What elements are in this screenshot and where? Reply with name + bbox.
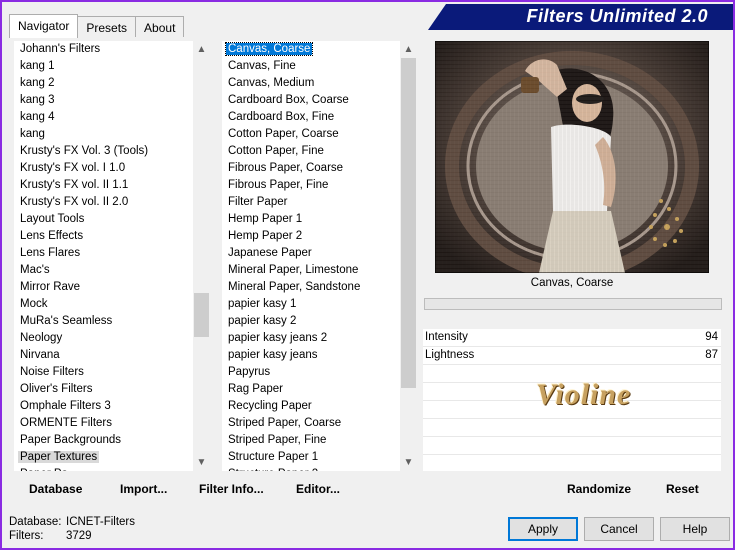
app-title: Filters Unlimited 2.0 bbox=[526, 6, 708, 26]
filter-item[interactable]: Canvas, Coarse bbox=[222, 41, 400, 58]
category-item[interactable]: Mock bbox=[14, 296, 193, 313]
filter-item[interactable]: Recycling Paper bbox=[222, 398, 400, 415]
database-value: ICNET-Filters bbox=[66, 516, 135, 528]
filter-item[interactable]: Structure Paper 1 bbox=[222, 449, 400, 466]
category-item[interactable]: Lens Effects bbox=[14, 228, 193, 245]
import-button[interactable]: Import... bbox=[120, 482, 167, 496]
category-item[interactable]: ORMENTE Filters bbox=[14, 415, 193, 432]
filter-listbox[interactable]: Canvas, Coarse Canvas, Fine Canvas, Medium… bbox=[222, 41, 417, 471]
filter-item[interactable]: Cotton Paper, Coarse bbox=[222, 126, 400, 143]
param-row-lightness[interactable]: Lightness 87 bbox=[423, 347, 721, 365]
scroll-up-icon[interactable]: ▲ bbox=[400, 41, 417, 58]
filter-item[interactable]: Cardboard Box, Coarse bbox=[222, 92, 400, 109]
filter-item[interactable]: Cotton Paper, Fine bbox=[222, 143, 400, 160]
filter-item[interactable]: Canvas, Medium bbox=[222, 75, 400, 92]
filter-item[interactable]: Canvas, Fine bbox=[222, 58, 400, 75]
filter-item[interactable]: Striped Paper, Coarse bbox=[222, 415, 400, 432]
category-item[interactable]: Johann's Filters bbox=[14, 41, 193, 58]
tab-about[interactable]: About bbox=[135, 16, 185, 37]
category-item[interactable]: Mirror Rave bbox=[14, 279, 193, 296]
param-label: Lightness bbox=[425, 349, 475, 361]
filter-item[interactable]: papier kasy 2 bbox=[222, 313, 400, 330]
category-item[interactable]: Krusty's FX vol. II 1.1 bbox=[14, 177, 193, 194]
filter-item[interactable]: Striped Paper, Fine bbox=[222, 432, 400, 449]
filter-item[interactable]: Mineral Paper, Limestone bbox=[222, 262, 400, 279]
category-item[interactable]: Omphale Filters 3 bbox=[14, 398, 193, 415]
param-value: 94 bbox=[705, 331, 718, 343]
filters-label: Filters: bbox=[9, 530, 44, 542]
editor-button[interactable]: Editor... bbox=[296, 482, 340, 496]
filter-item[interactable]: Japanese Paper bbox=[222, 245, 400, 262]
database-label: Database: bbox=[9, 516, 62, 528]
param-row-empty bbox=[423, 419, 721, 437]
preview-image bbox=[435, 41, 709, 273]
filter-item[interactable]: Filter Paper bbox=[222, 194, 400, 211]
tab-presets[interactable]: Presets bbox=[77, 16, 137, 37]
category-item[interactable]: MuRa's Seamless bbox=[14, 313, 193, 330]
filter-item[interactable]: papier kasy jeans bbox=[222, 347, 400, 364]
category-item[interactable]: Neology bbox=[14, 330, 193, 347]
category-listbox[interactable]: Johann's Filters kang 1 kang 2 kang 3 kang 4… bbox=[14, 41, 210, 471]
category-item[interactable]: kang 4 bbox=[14, 109, 193, 126]
category-item[interactable]: Paper Backgrounds bbox=[14, 432, 193, 449]
filter-item[interactable]: Fibrous Paper, Fine bbox=[222, 177, 400, 194]
filter-item[interactable]: Structure Paper 2 bbox=[222, 466, 400, 471]
category-item[interactable]: Lens Flares bbox=[14, 245, 193, 262]
category-item[interactable]: Krusty's FX vol. I 1.0 bbox=[14, 160, 193, 177]
filter-item[interactable]: Hemp Paper 1 bbox=[222, 211, 400, 228]
randomize-button[interactable]: Randomize bbox=[567, 482, 631, 496]
filter-list: Canvas, Coarse Canvas, Fine Canvas, Medium… bbox=[222, 41, 400, 471]
category-item[interactable]: Mac's bbox=[14, 262, 193, 279]
category-item[interactable]: Oliver's Filters bbox=[14, 381, 193, 398]
category-item[interactable]: Noise Filters bbox=[14, 364, 193, 381]
filter-item[interactable]: Rag Paper bbox=[222, 381, 400, 398]
database-button[interactable]: Database bbox=[29, 482, 82, 496]
filter-item[interactable]: Papyrus bbox=[222, 364, 400, 381]
filter-info-button[interactable]: Filter Info... bbox=[199, 482, 264, 496]
filters-count: 3729 bbox=[66, 530, 92, 542]
param-label: Intensity bbox=[425, 331, 468, 343]
category-item[interactable]: Paper Textures bbox=[14, 449, 193, 466]
param-value: 87 bbox=[705, 349, 718, 361]
category-scroll-thumb[interactable] bbox=[194, 293, 209, 337]
apply-button[interactable]: Apply bbox=[508, 517, 578, 541]
filter-scrollbar[interactable]: ▲ ▼ bbox=[400, 41, 417, 471]
tab-bar: Navigator Presets About bbox=[9, 14, 185, 38]
category-item[interactable]: Krusty's FX Vol. 3 (Tools) bbox=[14, 143, 193, 160]
category-item[interactable]: Nirvana bbox=[14, 347, 193, 364]
filter-item[interactable]: Mineral Paper, Sandstone bbox=[222, 279, 400, 296]
filter-item[interactable]: Cardboard Box, Fine bbox=[222, 109, 400, 126]
title-banner: Filters Unlimited 2.0 bbox=[428, 4, 733, 30]
current-filter-name: Canvas, Coarse bbox=[530, 277, 614, 289]
filter-scroll-thumb[interactable] bbox=[401, 58, 416, 388]
filter-item[interactable]: papier kasy jeans 2 bbox=[222, 330, 400, 347]
category-item[interactable]: kang 2 bbox=[14, 75, 193, 92]
filter-item[interactable]: Fibrous Paper, Coarse bbox=[222, 160, 400, 177]
category-item[interactable]: kang bbox=[14, 126, 193, 143]
param-row-intensity[interactable]: Intensity 94 bbox=[423, 329, 721, 347]
param-row-empty bbox=[423, 455, 721, 472]
progress-bar bbox=[424, 298, 722, 310]
scroll-down-icon[interactable]: ▼ bbox=[400, 454, 417, 471]
category-item[interactable]: Krusty's FX vol. II 2.0 bbox=[14, 194, 193, 211]
cancel-button[interactable]: Cancel bbox=[584, 517, 654, 541]
category-item[interactable]: kang 1 bbox=[14, 58, 193, 75]
help-button[interactable]: Help bbox=[660, 517, 730, 541]
filter-item[interactable]: papier kasy 1 bbox=[222, 296, 400, 313]
reset-button[interactable]: Reset bbox=[666, 482, 699, 496]
category-item[interactable]: Layout Tools bbox=[14, 211, 193, 228]
tab-navigator[interactable]: Navigator bbox=[9, 14, 79, 38]
param-row-empty bbox=[423, 437, 721, 455]
scroll-up-icon[interactable]: ▲ bbox=[193, 41, 210, 58]
category-item[interactable]: Paper Pa... bbox=[14, 466, 193, 471]
category-list: Johann's Filters kang 1 kang 2 kang 3 kang 4… bbox=[14, 41, 193, 471]
scroll-down-icon[interactable]: ▼ bbox=[193, 454, 210, 471]
category-item[interactable]: kang 3 bbox=[14, 92, 193, 109]
category-scrollbar[interactable]: ▲ ▼ bbox=[193, 41, 210, 471]
filter-item[interactable]: Hemp Paper 2 bbox=[222, 228, 400, 245]
violine-watermark: Violine bbox=[536, 378, 632, 411]
